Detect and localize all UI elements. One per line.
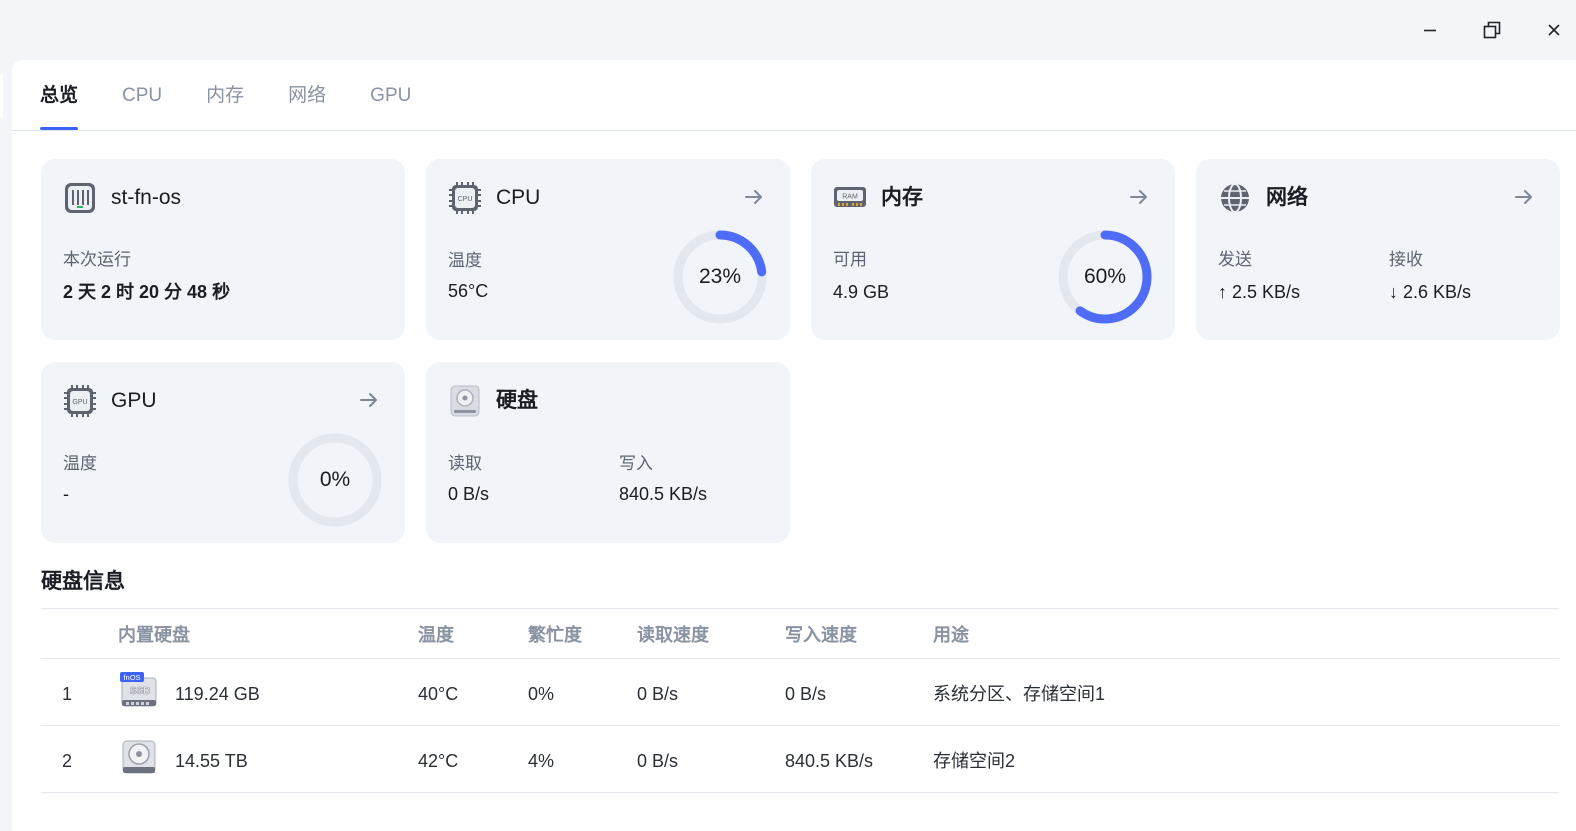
disk-write-speed: 0 B/s — [785, 684, 827, 704]
row-border — [41, 725, 1559, 726]
disk-busy: 0% — [528, 684, 555, 704]
uptime-label: 本次运行 — [63, 250, 131, 269]
memory-available-label: 可用 — [833, 250, 867, 269]
disk-read-value: 0 B/s — [448, 484, 490, 504]
disk-write-speed: 840.5 KB/s — [785, 751, 874, 771]
network-card[interactable]: 网络 发送 ↑ 2.5 KB/s 接收 ↓ 2.6 KB/s — [1196, 159, 1560, 340]
ssd-brand-text: fnOS — [123, 673, 140, 682]
disk-info-title: 硬盘信息 — [41, 570, 125, 593]
tab-memory[interactable]: 内存 — [206, 60, 244, 130]
host-name: st-fn-os — [111, 186, 182, 209]
disk-usage: 系统分区、存储空间1 — [933, 684, 1106, 704]
disk-title: 硬盘 — [496, 389, 538, 412]
cpu-usage-text: 23% — [698, 265, 742, 288]
arrow-right-icon[interactable] — [1512, 185, 1536, 209]
tab-overview[interactable]: 总览 — [40, 60, 79, 130]
memory-available-value: 4.9 GB — [833, 282, 890, 302]
row-index: 2 — [62, 751, 73, 771]
ssd-label-text: SSD — [130, 686, 151, 697]
server-icon — [65, 183, 95, 213]
disk-temp: 40°C — [418, 684, 459, 704]
restore-icon — [1483, 21, 1501, 39]
network-receive-label: 接收 — [1389, 250, 1423, 269]
col-read-speed: 读取速度 — [637, 625, 709, 645]
disk-write-label: 写入 — [619, 454, 653, 473]
row-index: 1 — [62, 684, 73, 704]
disk-temp: 42°C — [418, 751, 459, 771]
tab-cpu[interactable]: CPU — [122, 60, 162, 130]
ssd-icon: fnOS SSD — [120, 672, 157, 707]
globe-icon — [1221, 183, 1249, 213]
host-card: st-fn-os 本次运行 2 天 2 时 20 分 48 秒 — [41, 159, 405, 340]
gpu-chip-text: GPU — [72, 399, 87, 406]
minimize-button[interactable] — [1412, 12, 1448, 48]
network-send-label: 发送 — [1218, 250, 1252, 269]
disk-size: 119.24 GB — [175, 684, 260, 704]
cpu-chip-icon: CPU — [449, 182, 481, 214]
col-busy: 繁忙度 — [528, 625, 582, 645]
hdd-icon — [122, 740, 156, 774]
memory-card[interactable]: RAM 内存 可用 4.9 GB 60% — [811, 159, 1175, 340]
minimize-icon — [1424, 29, 1436, 32]
table-top-border — [41, 608, 1559, 609]
disk-usage: 存储空间2 — [933, 751, 1016, 771]
maximize-button[interactable] — [1474, 12, 1510, 48]
tab-gpu[interactable]: GPU — [370, 60, 411, 130]
tab-network[interactable]: 网络 — [288, 60, 326, 130]
network-receive-value: ↓ 2.6 KB/s — [1389, 282, 1472, 302]
memory-title: 内存 — [881, 186, 923, 209]
network-send-value: ↑ 2.5 KB/s — [1218, 282, 1301, 302]
tab-bar: 总览 CPU 内存 网络 GPU — [40, 60, 455, 130]
arrow-right-icon[interactable] — [1127, 185, 1151, 209]
hard-disk-icon — [450, 385, 480, 417]
close-icon — [1548, 24, 1560, 36]
gpu-temp-label: 温度 — [63, 454, 97, 473]
row-border — [41, 792, 1559, 793]
disk-read-speed: 0 B/s — [637, 751, 679, 771]
sidebar-edge — [0, 74, 3, 118]
cpu-title: CPU — [496, 186, 541, 209]
disk-card: 硬盘 读取 0 B/s 写入 840.5 KB/s — [426, 362, 790, 543]
ram-icon: RAM — [834, 187, 866, 207]
table-header-border — [41, 658, 1559, 659]
cpu-chip-text: CPU — [458, 196, 473, 203]
arrow-right-icon[interactable] — [742, 185, 766, 209]
memory-usage-text: 60% — [1083, 265, 1127, 288]
disk-read-speed: 0 B/s — [637, 684, 679, 704]
cpu-temp-value: 56°C — [448, 281, 489, 301]
disk-read-label: 读取 — [448, 454, 482, 473]
col-internal-disk: 内置硬盘 — [118, 625, 190, 645]
gpu-title: GPU — [111, 389, 157, 412]
cpu-temp-label: 温度 — [448, 251, 482, 270]
col-write-speed: 写入速度 — [785, 625, 857, 645]
title-bar — [0, 0, 1576, 60]
gpu-temp-value: - — [63, 484, 69, 504]
cpu-card[interactable]: CPU CPU 温度 56°C 23% — [426, 159, 790, 340]
disk-size: 14.55 TB — [175, 751, 248, 771]
arrow-right-icon[interactable] — [357, 388, 381, 412]
gpu-chip-icon: GPU — [64, 385, 96, 417]
tabs-divider — [12, 130, 1576, 131]
disk-write-value: 840.5 KB/s — [619, 484, 708, 504]
disk-busy: 4% — [528, 751, 555, 771]
uptime-value: 2 天 2 时 20 分 48 秒 — [63, 282, 231, 302]
col-temperature: 温度 — [418, 625, 454, 645]
network-title: 网络 — [1266, 186, 1308, 209]
gpu-card[interactable]: GPU GPU 温度 - 0% — [41, 362, 405, 543]
gpu-usage-text: 0% — [319, 468, 351, 491]
ram-text: RAM — [842, 194, 858, 201]
col-usage: 用途 — [933, 625, 969, 645]
close-button[interactable] — [1536, 12, 1572, 48]
